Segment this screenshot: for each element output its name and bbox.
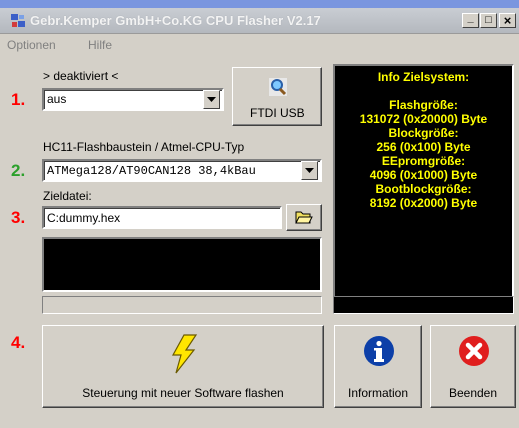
step-4-label: 4.: [11, 333, 26, 352]
cpu-type-select[interactable]: ATMega128/AT90CAN128 38,4kBau: [42, 159, 322, 182]
browse-file-button[interactable]: [286, 204, 322, 231]
ftdi-usb-label: FTDI USB: [250, 106, 305, 120]
block-size-label: Blockgröße:: [388, 126, 459, 140]
step-2-label: 2.: [11, 161, 26, 180]
info-title: Info Zielsystem:: [377, 70, 470, 84]
bootblock-size-value: 8192 (0x2000) Byte: [369, 196, 478, 210]
interface-select[interactable]: aus: [42, 88, 224, 111]
bootblock-size-label: Bootblockgröße:: [375, 182, 472, 196]
target-file-value: C:dummy.hex: [47, 211, 121, 225]
app-icon: [10, 13, 26, 29]
target-info-panel: Info Zielsystem: Flashgröße: 131072 (0x2…: [333, 64, 514, 314]
flash-software-label: Steuerung mit neuer Software flashen: [82, 386, 284, 400]
ftdi-usb-button[interactable]: FTDI USB: [232, 67, 322, 126]
lightning-icon: [170, 334, 198, 377]
interface-status-label: > deaktiviert <: [43, 69, 119, 83]
cpu-type-label: HC11-Flashbaustein / Atmel-CPU-Typ: [43, 140, 245, 154]
information-label: Information: [347, 386, 409, 400]
close-window-button[interactable]: ×: [499, 13, 516, 28]
exit-label: Beenden: [448, 386, 498, 400]
chevron-down-icon[interactable]: [301, 161, 318, 180]
cpu-type-select-value: ATMega128/AT90CAN128 38,4kBau: [47, 164, 256, 178]
progress-bar: [42, 296, 322, 314]
flash-size-value: 131072 (0x20000) Byte: [359, 112, 488, 126]
information-button[interactable]: Information: [334, 325, 422, 408]
flash-software-button[interactable]: Steuerung mit neuer Software flashen: [42, 325, 324, 408]
chevron-down-icon[interactable]: [203, 90, 220, 109]
window-title: Gebr.Kemper GmbH+Co.KG CPU Flasher V2.17: [30, 13, 321, 28]
exit-button[interactable]: Beenden: [430, 325, 516, 408]
menu-optionen[interactable]: Optionen: [7, 38, 56, 52]
step-1-label: 1.: [11, 90, 26, 109]
eeprom-size-label: EEpromgröße:: [381, 154, 466, 168]
info-icon: [363, 335, 395, 370]
maximize-icon: □: [485, 14, 492, 26]
flash-size-label: Flashgröße:: [389, 98, 458, 112]
background-window-strip: [0, 0, 519, 8]
maximize-button[interactable]: □: [480, 13, 497, 28]
menu-bar: Optionen Hilfe: [0, 34, 519, 56]
minimize-button[interactable]: _: [462, 11, 479, 28]
minimize-icon: _: [467, 11, 474, 24]
magnifier-icon: [267, 76, 289, 101]
status-bar-right: [333, 296, 514, 314]
step-3-label: 3.: [11, 208, 26, 227]
folder-open-icon: [295, 209, 313, 228]
title-bar[interactable]: Gebr.Kemper GmbH+Co.KG CPU Flasher V2.17…: [0, 8, 519, 34]
close-icon: [458, 335, 490, 370]
menu-hilfe[interactable]: Hilfe: [88, 38, 112, 52]
target-file-input[interactable]: C:dummy.hex: [42, 206, 282, 229]
interface-select-value: aus: [47, 92, 67, 106]
log-output-box: [42, 237, 322, 292]
target-file-label: Zieldatei:: [43, 189, 92, 203]
block-size-value: 256 (0x100) Byte: [376, 140, 471, 154]
eeprom-size-value: 4096 (0x1000) Byte: [369, 168, 478, 182]
close-window-icon: ×: [503, 13, 512, 28]
